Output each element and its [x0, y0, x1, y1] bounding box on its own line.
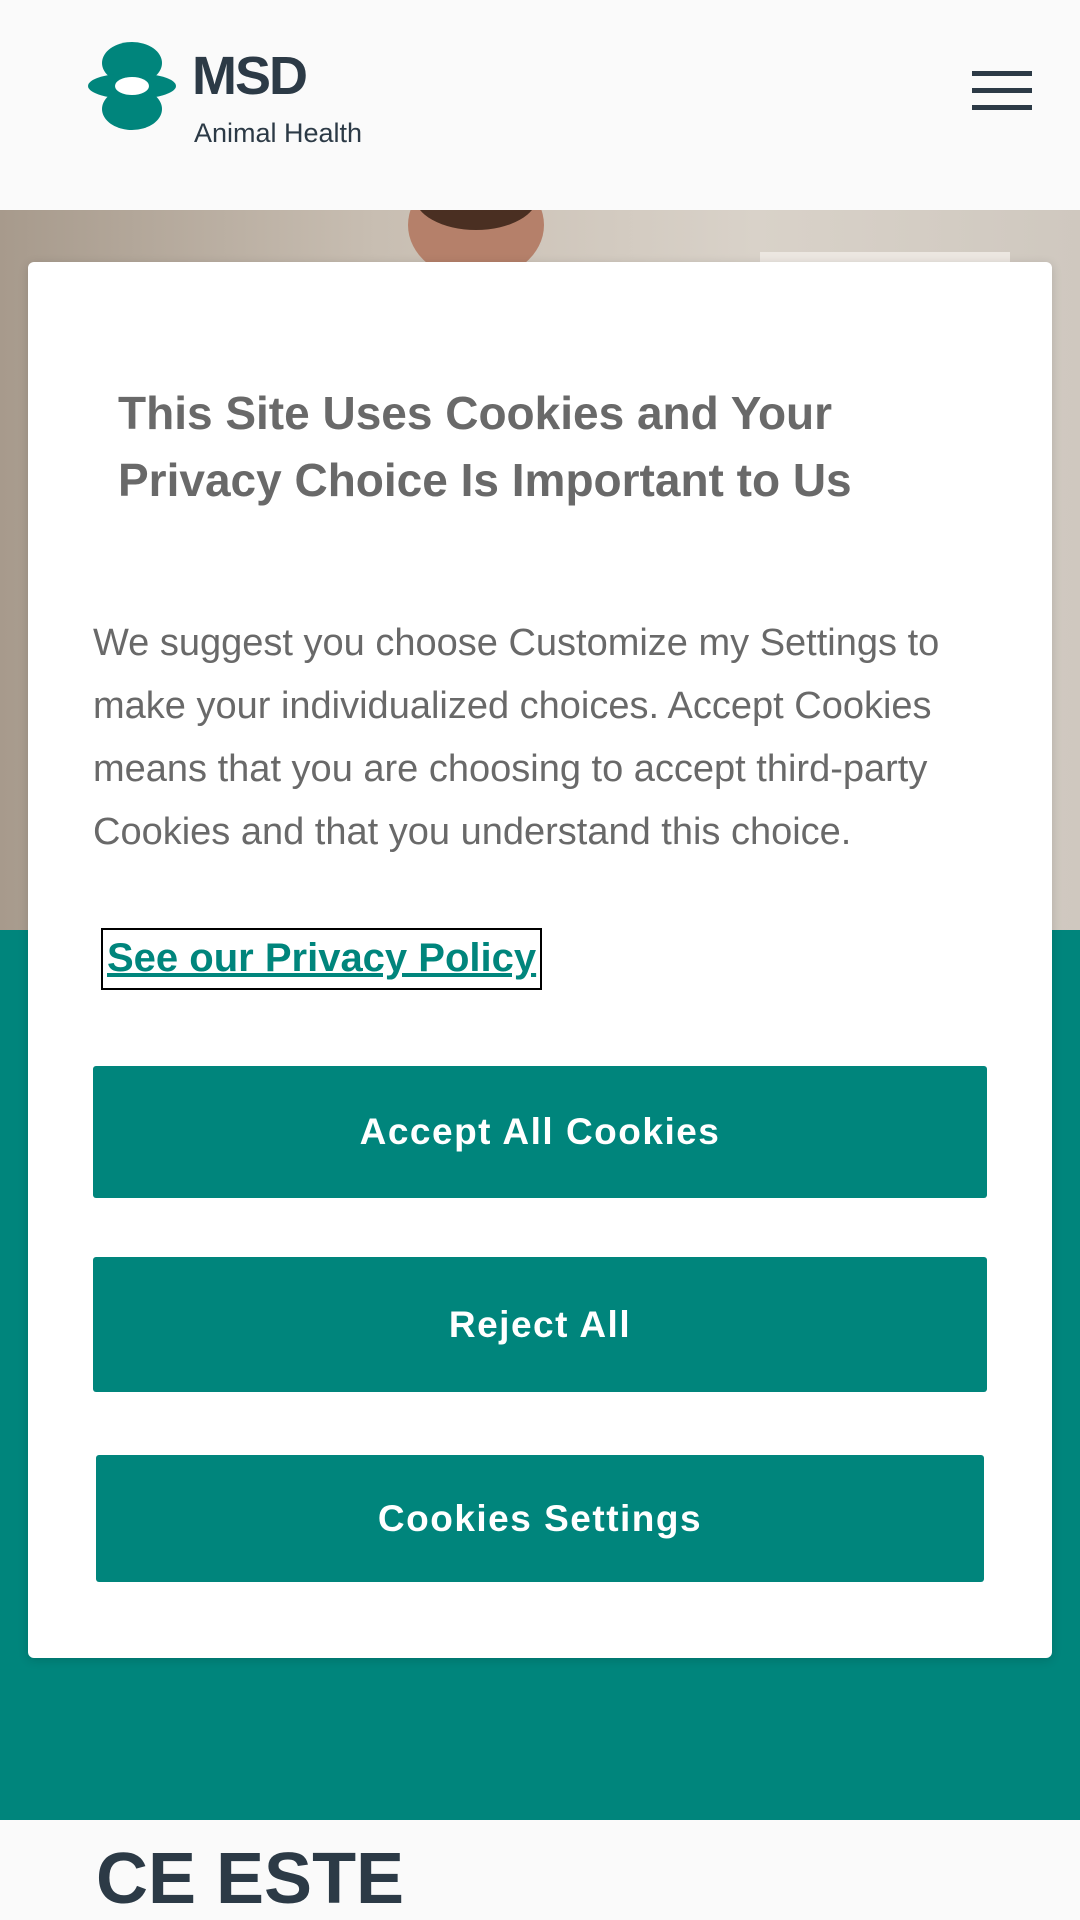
msd-logo[interactable]: MSD Animal Health: [88, 40, 398, 150]
cookie-dialog-description: We suggest you choose Customize my Setti…: [93, 622, 940, 853]
page: MSD Animal Health CE ESTE This Site Uses…: [0, 0, 1080, 1920]
privacy-policy-link[interactable]: See our Privacy Policy: [101, 928, 543, 990]
menu-bar: [972, 105, 1032, 110]
menu-bar: [972, 88, 1032, 93]
menu-bar: [972, 71, 1032, 76]
reject-all-button[interactable]: Reject All: [93, 1257, 987, 1392]
msd-logo-icon: [88, 42, 176, 130]
cookie-dialog-title: This Site Uses Cookies and Your Privacy …: [118, 387, 852, 506]
logo-brand-text: MSD: [192, 46, 308, 106]
accept-all-cookies-button[interactable]: Accept All Cookies: [93, 1066, 987, 1198]
site-header: MSD Animal Health: [0, 0, 1080, 210]
cookie-consent-dialog: This Site Uses Cookies and Your Privacy …: [28, 262, 1052, 1658]
logo-subtitle: Animal Health: [194, 118, 363, 148]
cookies-settings-button[interactable]: Cookies Settings: [96, 1455, 984, 1582]
section-title: CE ESTE: [96, 1839, 405, 1919]
hamburger-menu-icon[interactable]: [966, 68, 1032, 114]
